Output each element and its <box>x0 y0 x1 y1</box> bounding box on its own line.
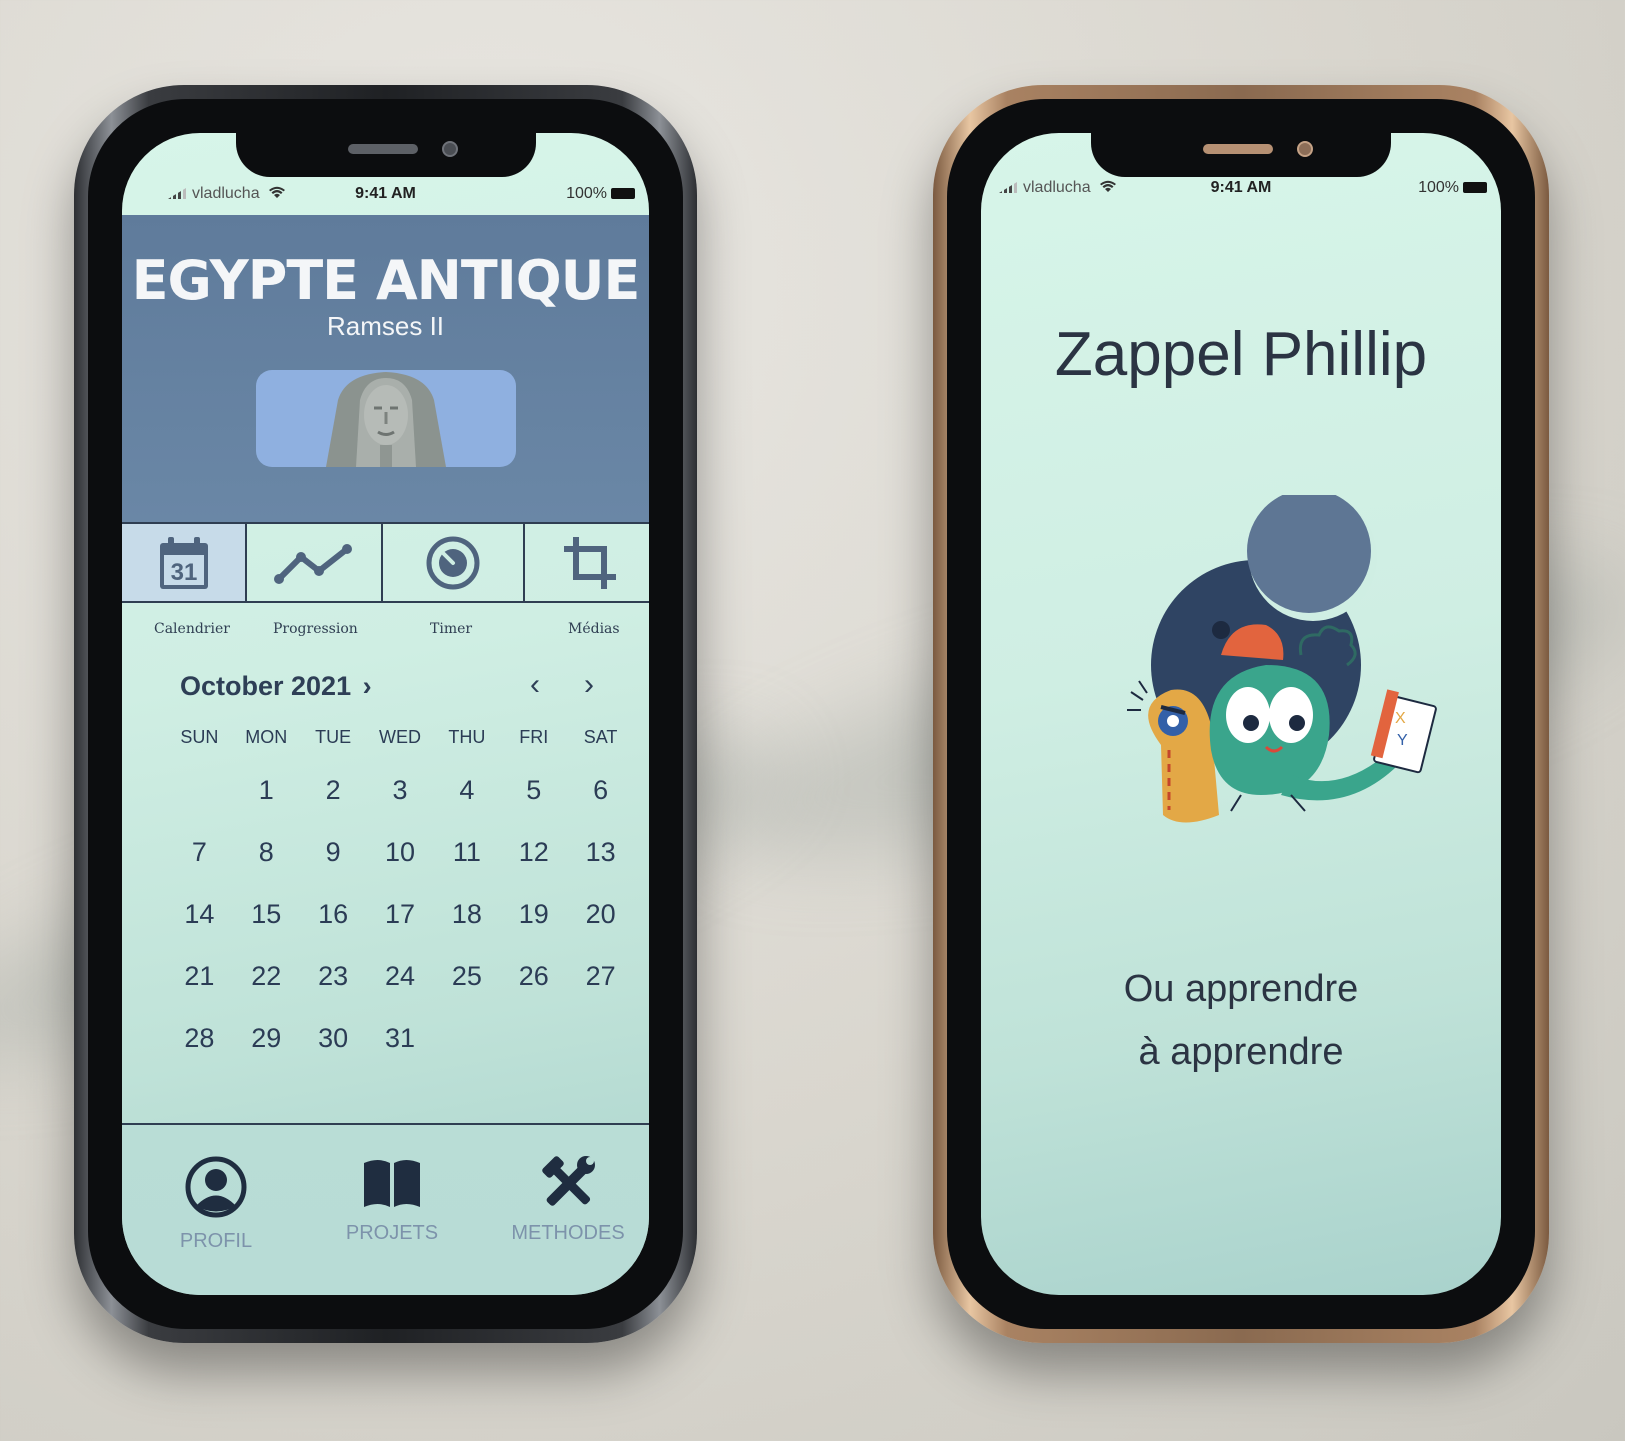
calendar-day[interactable]: 28 <box>166 1023 233 1054</box>
app-screen-projects: vladlucha 9:41 AM 100% EGYPTE ANTIQUE Ra… <box>122 133 649 1295</box>
svg-text:Y: Y <box>1397 732 1408 749</box>
calendar-day[interactable]: 20 <box>567 899 634 930</box>
calendar-day[interactable]: 15 <box>233 899 300 930</box>
calendar-day[interactable]: 9 <box>300 837 367 868</box>
calendar-week: 7 8 9 10 11 12 13 <box>166 821 634 883</box>
nav-item-profil[interactable]: PROFIL <box>136 1155 296 1253</box>
calendar-day[interactable]: 21 <box>166 961 233 992</box>
tool-calendar[interactable]: 31 <box>122 524 247 601</box>
weekday-label: TUE <box>315 726 352 747</box>
calendar-day[interactable]: 30 <box>300 1023 367 1054</box>
calendar-day[interactable]: 19 <box>500 899 567 930</box>
tools-icon <box>542 1156 595 1206</box>
tagline-line-2: à apprendre <box>1138 1031 1344 1073</box>
month-label: October 2021 <box>180 671 352 701</box>
tool-label-progression: Progression <box>273 621 358 637</box>
project-header: EGYPTE ANTIQUE Ramses II <box>122 215 649 522</box>
battery-icon <box>611 188 635 199</box>
toolbar: 31 <box>122 522 649 603</box>
calendar-day[interactable]: 1 <box>233 775 300 806</box>
calendar-day[interactable]: 27 <box>567 961 634 992</box>
calendar-day[interactable]: 6 <box>567 775 634 806</box>
weekday-label: FRI <box>519 726 549 747</box>
app-title: Zappel Phillip <box>1054 320 1428 389</box>
notch <box>1091 133 1391 177</box>
weekday-header: SUN MON TUE WED THU FRI SAT <box>166 725 634 749</box>
calendar-day[interactable]: 14 <box>166 899 233 930</box>
status-bar: vladlucha 9:41 AM 100% <box>981 179 1501 201</box>
phone-left: vladlucha 9:41 AM 100% EGYPTE ANTIQUE Ra… <box>74 85 697 1343</box>
calendar-day[interactable]: 23 <box>300 961 367 992</box>
notch <box>235 133 536 177</box>
calendar-week: 1 2 3 4 5 6 <box>166 759 634 821</box>
calendar-day[interactable]: 22 <box>233 961 300 992</box>
crop-icon <box>564 536 616 589</box>
project-title: EGYPTE ANTIQUE <box>131 249 641 312</box>
weekday-label: SAT <box>583 726 618 747</box>
battery-label: 100% <box>1418 179 1459 196</box>
weekday-label: WED <box>379 726 421 747</box>
calendar-grid: SUN MON TUE WED THU FRI SAT 1 2 3 4 5 6 <box>166 725 634 1069</box>
calendar-day[interactable]: 3 <box>367 775 434 806</box>
tool-progression[interactable] <box>247 524 383 601</box>
calendar-day[interactable]: 31 <box>367 1023 434 1054</box>
tool-label-calendar: Calendrier <box>154 621 230 637</box>
calendar-day[interactable]: 16 <box>300 899 367 930</box>
calendar-day[interactable]: 12 <box>500 837 567 868</box>
calendar-day[interactable]: 11 <box>433 837 500 868</box>
calendar-day[interactable]: 13 <box>567 837 634 868</box>
calendar-day[interactable]: 17 <box>367 899 434 930</box>
calendar-day[interactable]: 5 <box>500 775 567 806</box>
month-selector[interactable]: October 2021 › <box>180 671 372 702</box>
nav-label-projets: PROJETS <box>345 1222 439 1244</box>
pharaoh-image[interactable] <box>255 370 516 467</box>
status-bar: vladlucha 9:41 AM 100% <box>122 185 649 207</box>
tool-label-media: Médias <box>568 621 620 637</box>
calendar-day[interactable]: 29 <box>233 1023 300 1054</box>
nav-label-methodes: METHODES <box>511 1222 625 1244</box>
next-month-button[interactable]: › <box>584 668 594 702</box>
nav-label-profil: PROFIL <box>179 1230 253 1252</box>
nav-item-projets[interactable]: PROJETS <box>312 1155 472 1245</box>
weekday-label: MON <box>245 726 288 747</box>
timer-icon <box>426 536 480 589</box>
profile-icon <box>185 1156 247 1218</box>
tool-timer[interactable] <box>383 524 525 601</box>
calendar-day[interactable]: 2 <box>300 775 367 806</box>
calendar-day[interactable]: 10 <box>367 837 434 868</box>
calendar-day[interactable]: 26 <box>500 961 567 992</box>
tool-media[interactable] <box>525 524 649 601</box>
calendar-icon: 31 <box>159 536 208 589</box>
battery-label: 100% <box>566 185 607 202</box>
book-icon <box>364 1160 420 1207</box>
weekday-label: THU <box>448 726 486 747</box>
weekday-label: SUN <box>180 726 219 747</box>
calendar-day[interactable]: 24 <box>367 961 434 992</box>
svg-text:31: 31 <box>170 559 197 586</box>
calendar-day[interactable]: 18 <box>433 899 500 930</box>
mascot-illustration: X Y <box>1127 495 1437 823</box>
calendar-day[interactable]: 25 <box>433 961 500 992</box>
calendar-day[interactable]: 4 <box>433 775 500 806</box>
battery-icon <box>1463 182 1487 193</box>
project-subtitle: Ramses II <box>326 311 445 341</box>
calendar-day[interactable]: 8 <box>233 837 300 868</box>
prev-month-button[interactable]: ‹ <box>530 668 540 702</box>
chevron-right-icon: › <box>362 671 372 701</box>
tool-label-timer: Timer <box>430 621 473 637</box>
calendar-week: 14 15 16 17 18 19 20 <box>166 883 634 945</box>
progression-icon <box>274 543 352 584</box>
svg-text:X: X <box>1395 710 1406 727</box>
nav-item-methodes[interactable]: METHODES <box>488 1155 648 1245</box>
calendar-day[interactable]: 7 <box>166 837 233 868</box>
bottom-nav: PROFIL PROJETS METHODES <box>122 1123 649 1295</box>
app-screen-splash: vladlucha 9:41 AM 100% Zappel Phillip X … <box>981 133 1501 1295</box>
calendar-week: 21 22 23 24 25 26 27 <box>166 945 634 1007</box>
calendar-week: 28 29 30 31 <box>166 1007 634 1069</box>
tagline-line-1: Ou apprendre <box>1123 968 1359 1010</box>
phone-right: vladlucha 9:41 AM 100% Zappel Phillip X … <box>933 85 1549 1343</box>
